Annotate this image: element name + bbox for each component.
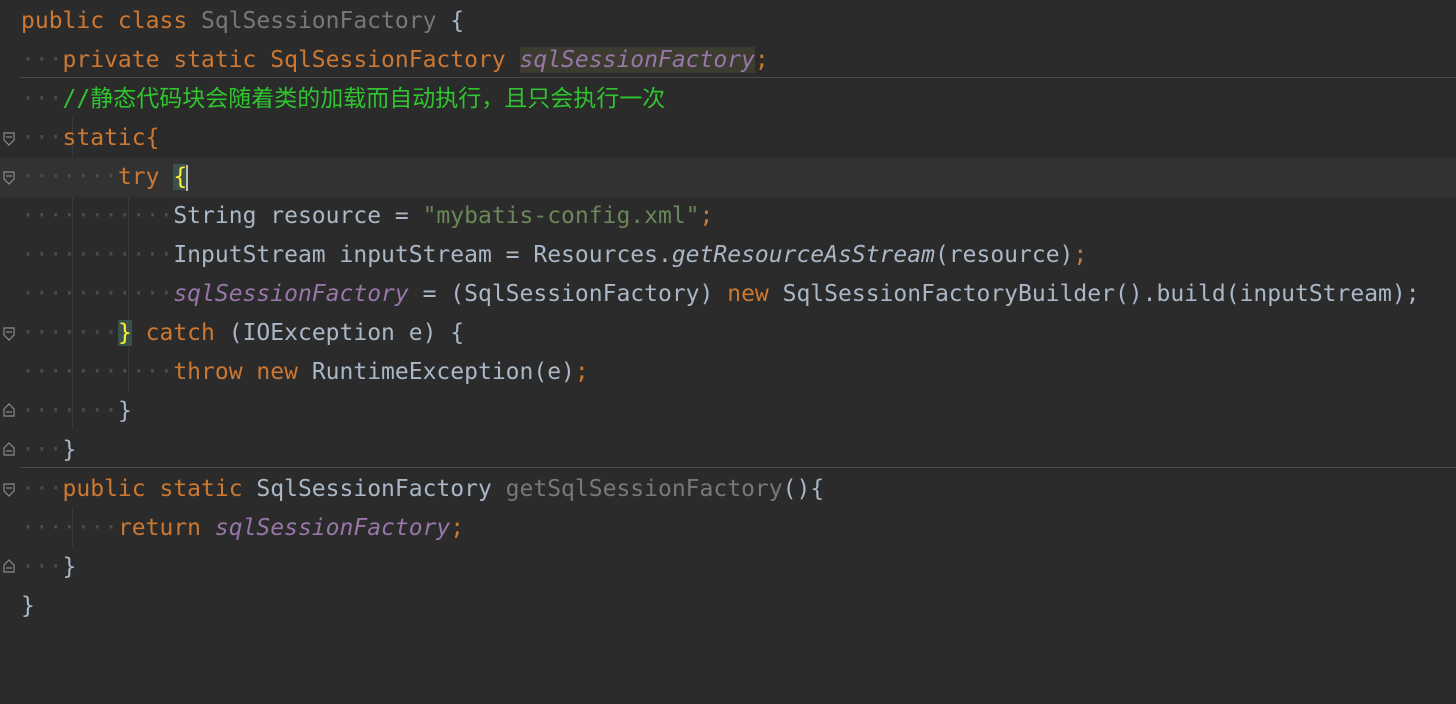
code-token: private static SqlSessionFactory [62, 47, 520, 73]
code-token: public static [62, 476, 257, 502]
code-line[interactable]: } [0, 587, 1456, 626]
code-token: = (SqlSessionFactory) [408, 281, 728, 307]
code-token: ; [1073, 242, 1088, 268]
code-token: return [117, 515, 215, 541]
code-token: (resource) [934, 242, 1074, 268]
fold-end-icon[interactable] [3, 559, 15, 573]
code-token: throw new [173, 359, 312, 385]
fold-icon[interactable] [3, 483, 15, 497]
code-token: InputStream inputStream = Resources. [173, 242, 672, 268]
comment: //静态代码块会随着类的加载而自动执行，且只会执行一次 [62, 86, 666, 112]
code-line[interactable]: ·······} [0, 392, 1456, 431]
code-line[interactable]: ···········String resource = "mybatis-co… [0, 197, 1456, 236]
field-name: sqlSessionFactory [519, 47, 755, 73]
code-token: new [727, 281, 769, 307]
code-token: public class [21, 8, 202, 34]
fold-icon[interactable] [3, 171, 15, 185]
code-editor[interactable]: public class SqlSessionFactory { ···priv… [0, 0, 1456, 651]
code-line-current[interactable]: ·······try { [0, 158, 1456, 197]
fold-icon[interactable] [3, 132, 15, 146]
static-method-call: getResourceAsStream [671, 242, 935, 268]
code-token: (){ [782, 476, 825, 502]
field-name: sqlSessionFactory [214, 515, 451, 541]
code-token: } [62, 554, 77, 580]
code-line[interactable]: ···} [0, 431, 1456, 470]
code-token: ; [699, 203, 714, 229]
code-line[interactable]: ···private static SqlSessionFactory sqlS… [0, 41, 1456, 80]
code-token: RuntimeException(e) [311, 359, 575, 385]
code-token: catch [131, 320, 215, 346]
matched-brace: } [117, 320, 132, 346]
code-line[interactable]: ···static{ [0, 119, 1456, 158]
code-line[interactable]: ···········InputStream inputStream = Res… [0, 236, 1456, 275]
code-token: ; [574, 359, 589, 385]
method-name: getSqlSessionFactory [505, 476, 783, 502]
code-token: } [117, 398, 132, 424]
code-token: try [117, 164, 174, 190]
code-token: ; [754, 47, 769, 73]
code-token: static{ [62, 125, 160, 151]
matched-brace: { [173, 164, 188, 190]
code-line[interactable]: ·······} catch (IOException e) { [0, 314, 1456, 353]
code-line[interactable]: ···········throw new RuntimeException(e)… [0, 353, 1456, 392]
code-token: } [21, 593, 35, 619]
code-token: String resource = [173, 203, 423, 229]
code-token: ; [450, 515, 465, 541]
field-name: sqlSessionFactory [173, 281, 409, 307]
fold-icon[interactable] [3, 327, 15, 341]
code-line[interactable]: ···public static SqlSessionFactory getSq… [0, 470, 1456, 509]
code-token: { [436, 8, 465, 34]
code-line[interactable]: ···········sqlSessionFactory = (SqlSessi… [0, 275, 1456, 314]
fold-end-icon[interactable] [3, 403, 15, 417]
fold-end-icon[interactable] [3, 442, 15, 456]
code-line[interactable]: public class SqlSessionFactory { [0, 2, 1456, 41]
code-token: } [62, 437, 77, 463]
string-literal: "mybatis-config.xml" [422, 203, 700, 229]
code-token: SqlSessionFactory [256, 476, 506, 502]
code-line[interactable]: ···//静态代码块会随着类的加载而自动执行，且只会执行一次 [0, 80, 1456, 119]
text-caret [186, 164, 189, 191]
code-line[interactable]: ···} [0, 548, 1456, 587]
class-name: SqlSessionFactory [201, 8, 437, 34]
code-token: (IOException e) { [214, 320, 465, 346]
code-line[interactable]: ·······return sqlSessionFactory; [0, 509, 1456, 548]
code-token: SqlSessionFactoryBuilder().build(inputSt… [768, 281, 1420, 307]
